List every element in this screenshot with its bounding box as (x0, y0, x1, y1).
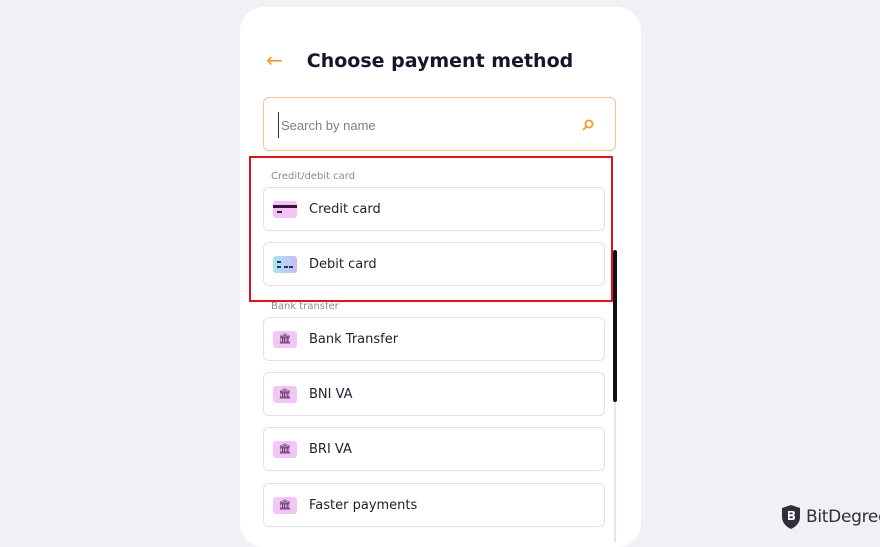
payment-option-label: BRI VA (309, 442, 352, 457)
bank-icon: 🏛 (273, 441, 297, 458)
highlight-box (249, 156, 613, 302)
bank-icon: 🏛 (273, 497, 297, 514)
payment-option-bri-va[interactable]: 🏛 BRI VA (263, 427, 605, 471)
payment-option-bank-transfer[interactable]: 🏛 Bank Transfer (263, 317, 605, 361)
bitdegree-shield-icon (782, 505, 800, 529)
bank-icon: 🏛 (273, 386, 297, 403)
scrollbar-thumb[interactable] (613, 250, 617, 402)
brand-name: BitDegree (806, 507, 880, 527)
search-icon[interactable] (581, 118, 595, 132)
back-arrow-icon[interactable]: ← (266, 46, 290, 74)
payment-option-bni-va[interactable]: 🏛 BNI VA (263, 372, 605, 416)
search-box (263, 97, 616, 151)
scrollbar-track (614, 402, 616, 542)
bank-icon: 🏛 (273, 331, 297, 348)
payment-option-label: BNI VA (309, 387, 353, 402)
bitdegree-watermark: BitDegree (780, 503, 880, 531)
payment-option-label: Bank Transfer (309, 332, 399, 347)
payment-option-label: Faster payments (309, 498, 418, 513)
search-input[interactable] (278, 112, 573, 138)
page-title: Choose payment method (306, 50, 574, 72)
payment-option-faster-payments[interactable]: 🏛 Faster payments (263, 483, 605, 527)
section-label-bank-transfer: Bank transfer (271, 301, 339, 312)
